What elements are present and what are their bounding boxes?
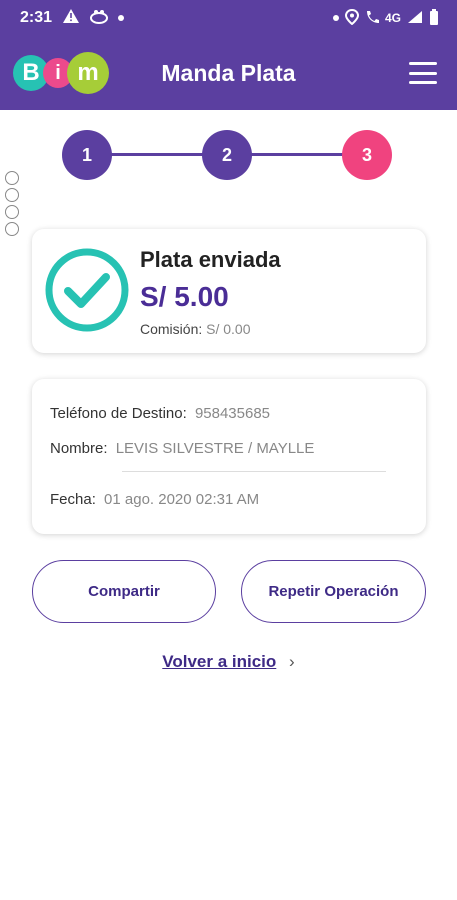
logo-letter-m: m [67,52,109,94]
app-bar: B i m Manda Plata [0,36,457,110]
step-3-active: 3 [342,130,392,180]
date-value: 01 ago. 2020 02:31 AM [104,491,260,508]
status-time: 2:31 [20,9,53,26]
divider [122,471,386,472]
step-1: 1 [62,130,112,180]
stepper: 1 2 3 [62,130,392,180]
commission-label: Comisión: [140,321,203,337]
details-card: Teléfono de Destino: 958435685 Nombre: L… [32,379,426,534]
dot-icon [332,15,339,21]
dot-icon [5,188,19,202]
result-card: Plata enviada S/ 5.00 Comisión: S/ 0.00 [32,229,426,353]
date-label: Fecha: [50,491,96,508]
phone-value: 958435685 [194,405,271,422]
wifi-call-icon [365,9,379,28]
hamburger-menu-icon[interactable] [409,62,437,84]
page-title: Manda Plata [161,59,296,86]
back-home: Volver a inicio › [0,652,457,672]
notification-app-icon [90,8,109,29]
accessibility-dots[interactable] [5,171,19,236]
dot-icon [5,171,19,185]
step-2: 2 [202,130,252,180]
dot-icon [5,222,19,236]
top-bar: 2:31 4G B i m Manda Plata [0,0,457,110]
commission-value: S/ 0.00 [206,321,251,337]
signal-icon [407,10,423,27]
back-home-link[interactable]: Volver a inicio [162,652,276,671]
network-type: 4G [384,11,401,25]
name-value: LEVIS SILVESTRE / MAYLLE [115,440,315,457]
repeat-operation-button[interactable]: Repetir Operación [241,560,426,623]
amount-value: S/ 5.00 [140,281,229,312]
share-button[interactable]: Compartir [32,560,216,623]
chevron-right-icon: › [289,652,295,671]
status-bar: 2:31 4G [0,0,457,36]
check-circle-icon [45,248,129,332]
name-label: Nombre: [50,440,108,457]
name-row: Nombre: LEVIS SILVESTRE / MAYLLE [50,440,314,457]
result-title: Plata enviada [140,247,281,272]
phone-label: Teléfono de Destino: [50,405,187,422]
date-row: Fecha: 01 ago. 2020 02:31 AM [50,491,259,508]
dot-icon [5,205,19,219]
battery-icon [429,8,439,28]
location-icon [344,8,359,28]
warning-icon [62,8,80,29]
bim-logo[interactable]: B i m [13,52,109,94]
phone-row: Teléfono de Destino: 958435685 [50,405,270,422]
commission: Comisión: S/ 0.00 [140,321,251,337]
dot-icon [118,15,125,21]
